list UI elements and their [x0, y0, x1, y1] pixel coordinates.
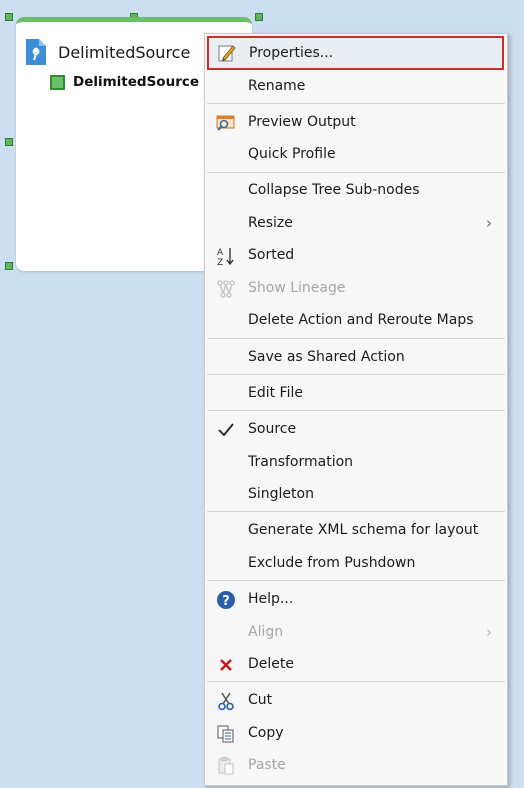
- preview-output-icon: [216, 115, 235, 131]
- resize-handle-middle-left[interactable]: [5, 138, 13, 146]
- node-title: DelimitedSource: [58, 42, 191, 62]
- checkmark-icon: [218, 423, 234, 437]
- svg-text:?: ?: [222, 594, 230, 609]
- menu-item-delete-action-and-reroute-maps[interactable]: Delete Action and Reroute Maps: [206, 304, 506, 336]
- menu-item-transformation[interactable]: Transformation: [206, 446, 506, 478]
- menu-separator: [207, 338, 505, 339]
- delimited-file-icon: [26, 39, 46, 65]
- menu-separator: [207, 511, 505, 512]
- menu-item-label: Edit File: [248, 385, 303, 401]
- lineage-icon: [217, 280, 235, 298]
- menu-item-align[interactable]: Align ›: [206, 616, 506, 648]
- menu-separator: [207, 410, 505, 411]
- menu-item-label: Sorted: [248, 247, 295, 263]
- menu-separator: [207, 172, 505, 173]
- sort-az-icon: A Z: [217, 248, 234, 266]
- menu-item-paste[interactable]: Paste: [206, 749, 506, 781]
- help-icon: ?: [217, 591, 235, 609]
- menu-item-preview-output[interactable]: Preview Output: [206, 106, 506, 138]
- node-header: DelimitedSource: [24, 38, 190, 66]
- menu-item-label: Rename: [248, 78, 306, 94]
- menu-item-quick-profile[interactable]: Quick Profile: [206, 138, 506, 170]
- menu-item-label: Collapse Tree Sub-nodes: [248, 182, 420, 198]
- menu-item-label: Properties...: [249, 45, 334, 61]
- menu-item-singleton[interactable]: Singleton: [206, 478, 506, 510]
- menu-item-sorted[interactable]: A Z Sorted: [206, 239, 506, 271]
- menu-item-label: Show Lineage: [248, 280, 346, 296]
- node-port[interactable]: DelimitedSource: [50, 74, 199, 90]
- menu-item-label: Delete: [248, 656, 294, 672]
- menu-item-label: Source: [248, 421, 297, 437]
- menu-item-delete[interactable]: Delete: [206, 648, 506, 680]
- node-port-label: DelimitedSource: [73, 74, 200, 90]
- edit-properties-icon: [218, 45, 236, 62]
- menu-item-label: Delete Action and Reroute Maps: [248, 312, 474, 328]
- delete-x-icon: [220, 659, 232, 671]
- menu-item-cut[interactable]: Cut: [206, 684, 506, 716]
- resize-handle-top-left[interactable]: [5, 13, 13, 21]
- menu-item-save-as-shared-action[interactable]: Save as Shared Action: [206, 341, 506, 373]
- menu-item-label: Copy: [248, 725, 284, 741]
- scissors-icon: [218, 692, 234, 711]
- menu-separator: [207, 374, 505, 375]
- menu-item-label: Preview Output: [248, 114, 356, 130]
- menu-item-label: Cut: [248, 692, 273, 708]
- menu-item-label: Help...: [248, 591, 294, 607]
- menu-item-properties[interactable]: Properties...: [207, 36, 504, 70]
- svg-text:A: A: [217, 248, 224, 258]
- menu-item-label: Generate XML schema for layout: [248, 522, 479, 538]
- menu-item-label: Exclude from Pushdown: [248, 555, 416, 571]
- menu-item-label: Quick Profile: [248, 146, 336, 162]
- menu-item-generate-xml-schema-for-layout[interactable]: Generate XML schema for layout: [206, 514, 506, 546]
- context-menu: Properties... Rename Preview Output Quic…: [204, 33, 508, 786]
- resize-handle-bottom-left[interactable]: [5, 262, 13, 270]
- submenu-arrow-icon: ›: [486, 214, 492, 232]
- menu-item-resize[interactable]: Resize ›: [206, 207, 506, 239]
- menu-item-source[interactable]: Source: [206, 413, 506, 445]
- menu-item-label: Paste: [248, 757, 286, 773]
- svg-text:Z: Z: [217, 258, 223, 266]
- paste-icon: [218, 757, 234, 775]
- menu-item-label: Resize: [248, 215, 293, 231]
- menu-item-help[interactable]: ? Help...: [206, 583, 506, 615]
- menu-item-copy[interactable]: Copy: [206, 717, 506, 749]
- menu-item-exclude-from-pushdown[interactable]: Exclude from Pushdown: [206, 547, 506, 579]
- menu-item-label: Align: [248, 624, 284, 640]
- menu-item-rename[interactable]: Rename: [206, 70, 506, 102]
- menu-separator: [207, 681, 505, 682]
- menu-item-edit-file[interactable]: Edit File: [206, 377, 506, 409]
- menu-item-label: Save as Shared Action: [248, 349, 405, 365]
- menu-separator: [207, 580, 505, 581]
- copy-icon: [217, 725, 234, 743]
- menu-separator: [207, 103, 505, 104]
- resize-handle-top-right[interactable]: [255, 13, 263, 21]
- menu-item-label: Transformation: [248, 454, 354, 470]
- menu-item-collapse-tree-sub-nodes[interactable]: Collapse Tree Sub-nodes: [206, 174, 506, 206]
- menu-item-label: Singleton: [248, 486, 314, 502]
- submenu-arrow-icon: ›: [486, 623, 492, 641]
- port-connector-icon[interactable]: [50, 74, 65, 90]
- menu-item-show-lineage[interactable]: Show Lineage: [206, 272, 506, 304]
